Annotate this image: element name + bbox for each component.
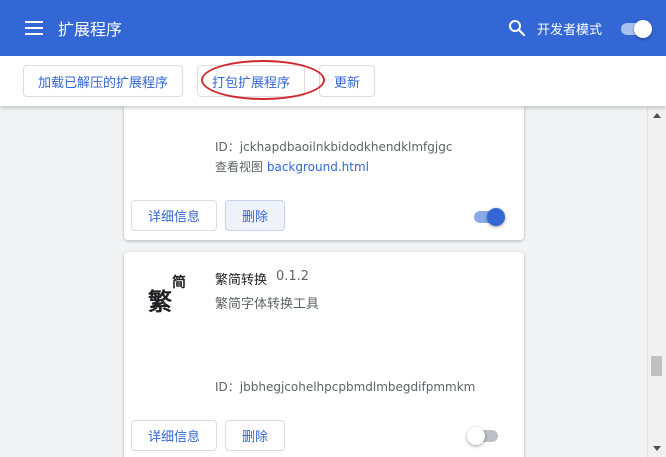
toggle-knob — [487, 208, 505, 226]
extension-description: 繁简字体转换工具 — [215, 297, 320, 312]
extension-version: 0.1.2 — [276, 269, 310, 284]
page-title: 扩展程序 — [58, 20, 123, 39]
dev-mode-toggle[interactable] — [618, 17, 652, 39]
extension-enable-toggle[interactable] — [471, 205, 505, 227]
logo-sub-char: 简 — [172, 275, 186, 291]
load-unpacked-button[interactable]: 加载已解压的扩展程序 — [23, 65, 184, 97]
extension-id: ID：jbbhegjcohelhpcpbmdlmbegdifpmmkm — [215, 380, 476, 394]
app-header: 扩展程序 开发者模式 — [0, 0, 666, 56]
extension-card: ID：jckhapdbaoilnkbidodkhendklmfgjgc 查看视图… — [124, 96, 524, 240]
update-button[interactable]: 更新 — [319, 65, 376, 97]
dev-mode-label: 开发者模式 — [536, 22, 602, 38]
scroll-up-arrow-icon[interactable] — [648, 108, 666, 122]
extension-card: 繁 简 繁简转换 0.1.2 繁简字体转换工具 ID：jbbhegjcohelh… — [124, 252, 524, 457]
remove-button[interactable]: 删除 — [225, 200, 286, 231]
extension-name: 繁简转换 — [215, 273, 268, 288]
header-actions: 开发者模式 — [505, 0, 652, 56]
toggle-knob — [467, 427, 485, 445]
remove-button[interactable]: 删除 — [225, 420, 286, 451]
logo-main-char: 繁 — [148, 288, 172, 316]
details-button[interactable]: 详细信息 — [131, 420, 218, 451]
vertical-scrollbar[interactable] — [647, 106, 666, 457]
search-icon[interactable] — [505, 16, 529, 40]
extension-id: ID：jckhapdbaoilnkbidodkhendklmfgjgc — [215, 140, 453, 154]
extensions-toolbar: 加载已解压的扩展程序 打包扩展程序 更新 — [0, 56, 666, 106]
toggle-knob — [634, 20, 652, 38]
inspect-views: 查看视图 background.html — [215, 158, 369, 175]
scroll-thumb[interactable] — [651, 356, 662, 376]
extension-logo: 繁 简 — [148, 272, 192, 316]
extension-enable-toggle[interactable] — [467, 424, 501, 446]
background-page-link[interactable]: background.html — [267, 160, 369, 174]
hamburger-menu-icon[interactable] — [22, 16, 46, 40]
pack-extension-button[interactable]: 打包扩展程序 — [197, 65, 306, 97]
inspect-views-label: 查看视图 — [215, 160, 264, 174]
details-button[interactable]: 详细信息 — [131, 200, 218, 231]
scroll-down-arrow-icon[interactable] — [648, 441, 666, 455]
